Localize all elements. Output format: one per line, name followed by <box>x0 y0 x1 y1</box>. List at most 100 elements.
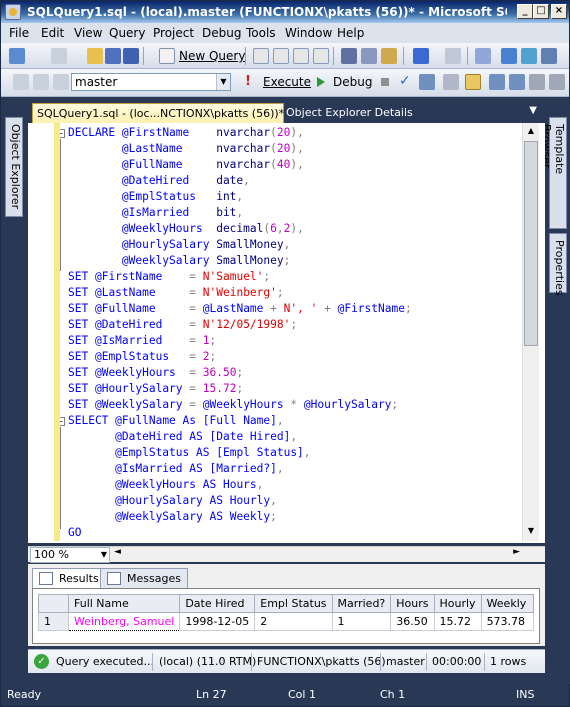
maximize-button[interactable]: □ <box>533 4 549 19</box>
redo-icon[interactable] <box>445 48 461 64</box>
cell[interactable]: 573.78 <box>480 612 534 631</box>
save-all-icon[interactable] <box>123 48 139 64</box>
toolbox-icon[interactable] <box>541 48 557 64</box>
menu-debug[interactable]: Debug <box>202 26 241 40</box>
properties-icon[interactable] <box>521 48 537 64</box>
results-pane: Results Messages Full Name Date Hired Em… <box>28 564 545 646</box>
cell[interactable]: 2 <box>254 612 333 631</box>
cell[interactable]: 1 <box>331 612 392 631</box>
menu-window[interactable]: Window <box>285 26 332 40</box>
results-to-file-icon[interactable] <box>509 74 525 90</box>
comment-icon[interactable] <box>529 74 545 90</box>
editor-horizontal-scrollbar[interactable]: ◄ ► <box>112 547 522 563</box>
tab-object-explorer-details[interactable]: Object Explorer Details <box>286 106 413 119</box>
display-plan-icon[interactable] <box>419 74 435 90</box>
col-header[interactable]: Weekly <box>480 594 534 613</box>
dmx-query-icon[interactable] <box>293 48 309 64</box>
query-designer-icon[interactable] <box>443 74 459 90</box>
database-select-value: master <box>75 75 118 89</box>
tab-list-icon[interactable]: ▼ <box>529 105 537 116</box>
change-connection-icon[interactable] <box>33 74 49 90</box>
cell[interactable]: 15.72 <box>433 612 482 631</box>
cell[interactable]: 1998-12-05 <box>179 612 256 631</box>
menu-view[interactable]: View <box>74 26 102 40</box>
row-number[interactable]: 1 <box>38 612 69 631</box>
menu-edit[interactable]: Edit <box>41 26 64 40</box>
uncomment-icon[interactable] <box>549 74 565 90</box>
results-to-grid-icon[interactable] <box>465 74 481 90</box>
results-grid[interactable]: Full Name Date Hired Empl Status Married… <box>32 588 540 644</box>
connect-icon[interactable] <box>13 74 29 90</box>
properties-tab[interactable]: Properties <box>549 233 567 296</box>
col-header[interactable]: Hourly <box>433 594 482 613</box>
menu-tools[interactable]: Tools <box>246 26 276 40</box>
solution-explorer-icon[interactable] <box>501 48 517 64</box>
cut-icon[interactable] <box>341 48 357 64</box>
minimize-button[interactable]: _ <box>517 4 533 19</box>
navigate-icon[interactable] <box>475 48 491 64</box>
elapsed-time: 00:00:00 <box>432 655 482 668</box>
col-header[interactable]: Married? <box>331 594 392 613</box>
parse-icon[interactable]: ✓ <box>399 74 415 90</box>
close-button[interactable]: × <box>551 4 567 19</box>
chevron-down-icon[interactable]: ▼ <box>101 548 107 562</box>
success-check-icon: ✓ <box>34 654 49 669</box>
editor-vertical-scrollbar[interactable]: ▲ ▼ <box>522 123 539 541</box>
database-select[interactable]: master ▼ <box>71 73 231 91</box>
add-item-icon[interactable] <box>51 48 67 64</box>
zoom-value: 100 % <box>34 548 69 561</box>
debug-button[interactable]: Debug <box>333 75 372 89</box>
paste-icon[interactable] <box>381 48 397 64</box>
query-editor[interactable]: − DECLARE @FirstName nvarchar(20), @Last… <box>28 123 545 543</box>
cell[interactable]: Weinberg, Samuel <box>67 612 181 631</box>
scroll-right-icon[interactable]: ► <box>513 547 520 557</box>
collapse-icon[interactable]: − <box>60 129 65 138</box>
col-header[interactable]: Full Name <box>67 594 181 613</box>
menu-help[interactable]: Help <box>337 26 364 40</box>
analysis-query-icon[interactable] <box>253 48 269 64</box>
col-header[interactable]: Date Hired <box>179 594 256 613</box>
mdx-query-icon[interactable] <box>273 48 289 64</box>
row-count: 1 rows <box>490 655 527 668</box>
chevron-down-icon[interactable]: ▼ <box>216 74 230 90</box>
save-icon[interactable] <box>105 48 121 64</box>
results-to-text-icon[interactable] <box>489 74 505 90</box>
corner-cell[interactable] <box>38 594 69 613</box>
status-insert-mode: INS <box>516 688 535 701</box>
col-header[interactable]: Empl Status <box>254 594 333 613</box>
cancel-query-icon[interactable] <box>381 78 389 86</box>
title-bar[interactable]: SQLQuery1.sql - (local).master (FUNCTION… <box>1 1 569 23</box>
tab-sqlquery1[interactable]: SQLQuery1.sql - (loc...NCTIONX\pkatts (5… <box>32 103 284 123</box>
collapse-icon[interactable]: − <box>60 417 65 426</box>
new-query-icon[interactable] <box>159 48 175 64</box>
menu-project[interactable]: Project <box>153 26 194 40</box>
debug-icon[interactable] <box>317 77 325 87</box>
new-query-button[interactable]: New Query <box>179 49 245 63</box>
available-databases-icon[interactable] <box>53 74 69 90</box>
open-file-icon[interactable] <box>87 48 103 64</box>
execute-button[interactable]: Execute <box>263 75 311 89</box>
scroll-down-icon[interactable]: ▼ <box>523 523 539 539</box>
code-area[interactable]: − DECLARE @FirstName nvarchar(20), @Last… <box>60 125 522 541</box>
menu-file[interactable]: File <box>9 26 29 40</box>
execute-icon[interactable]: ! <box>245 75 255 91</box>
col-header[interactable]: Hours <box>390 594 435 613</box>
zoom-select[interactable]: 100 % ▼ <box>30 547 110 563</box>
new-project-icon[interactable] <box>9 48 25 64</box>
scroll-thumb[interactable] <box>524 141 538 346</box>
app-icon[interactable] <box>5 4 21 20</box>
object-explorer-tab[interactable]: Object Explorer <box>5 117 23 217</box>
status-line: Ln 27 <box>196 688 227 701</box>
xmla-query-icon[interactable] <box>313 48 329 64</box>
scroll-left-icon[interactable]: ◄ <box>114 547 121 557</box>
editor-margin <box>28 123 54 541</box>
tab-messages[interactable]: Messages <box>100 568 188 588</box>
copy-icon[interactable] <box>361 48 377 64</box>
tab-results[interactable]: Results <box>32 568 106 588</box>
undo-icon[interactable] <box>413 48 429 64</box>
table-row: 1 Weinberg, Samuel 1998-12-05 2 1 36.50 … <box>38 612 534 631</box>
menu-query[interactable]: Query <box>109 26 145 40</box>
scroll-up-icon[interactable]: ▲ <box>523 123 539 139</box>
template-browser-tab[interactable]: Template Browser <box>540 117 567 229</box>
cell[interactable]: 36.50 <box>390 612 435 631</box>
